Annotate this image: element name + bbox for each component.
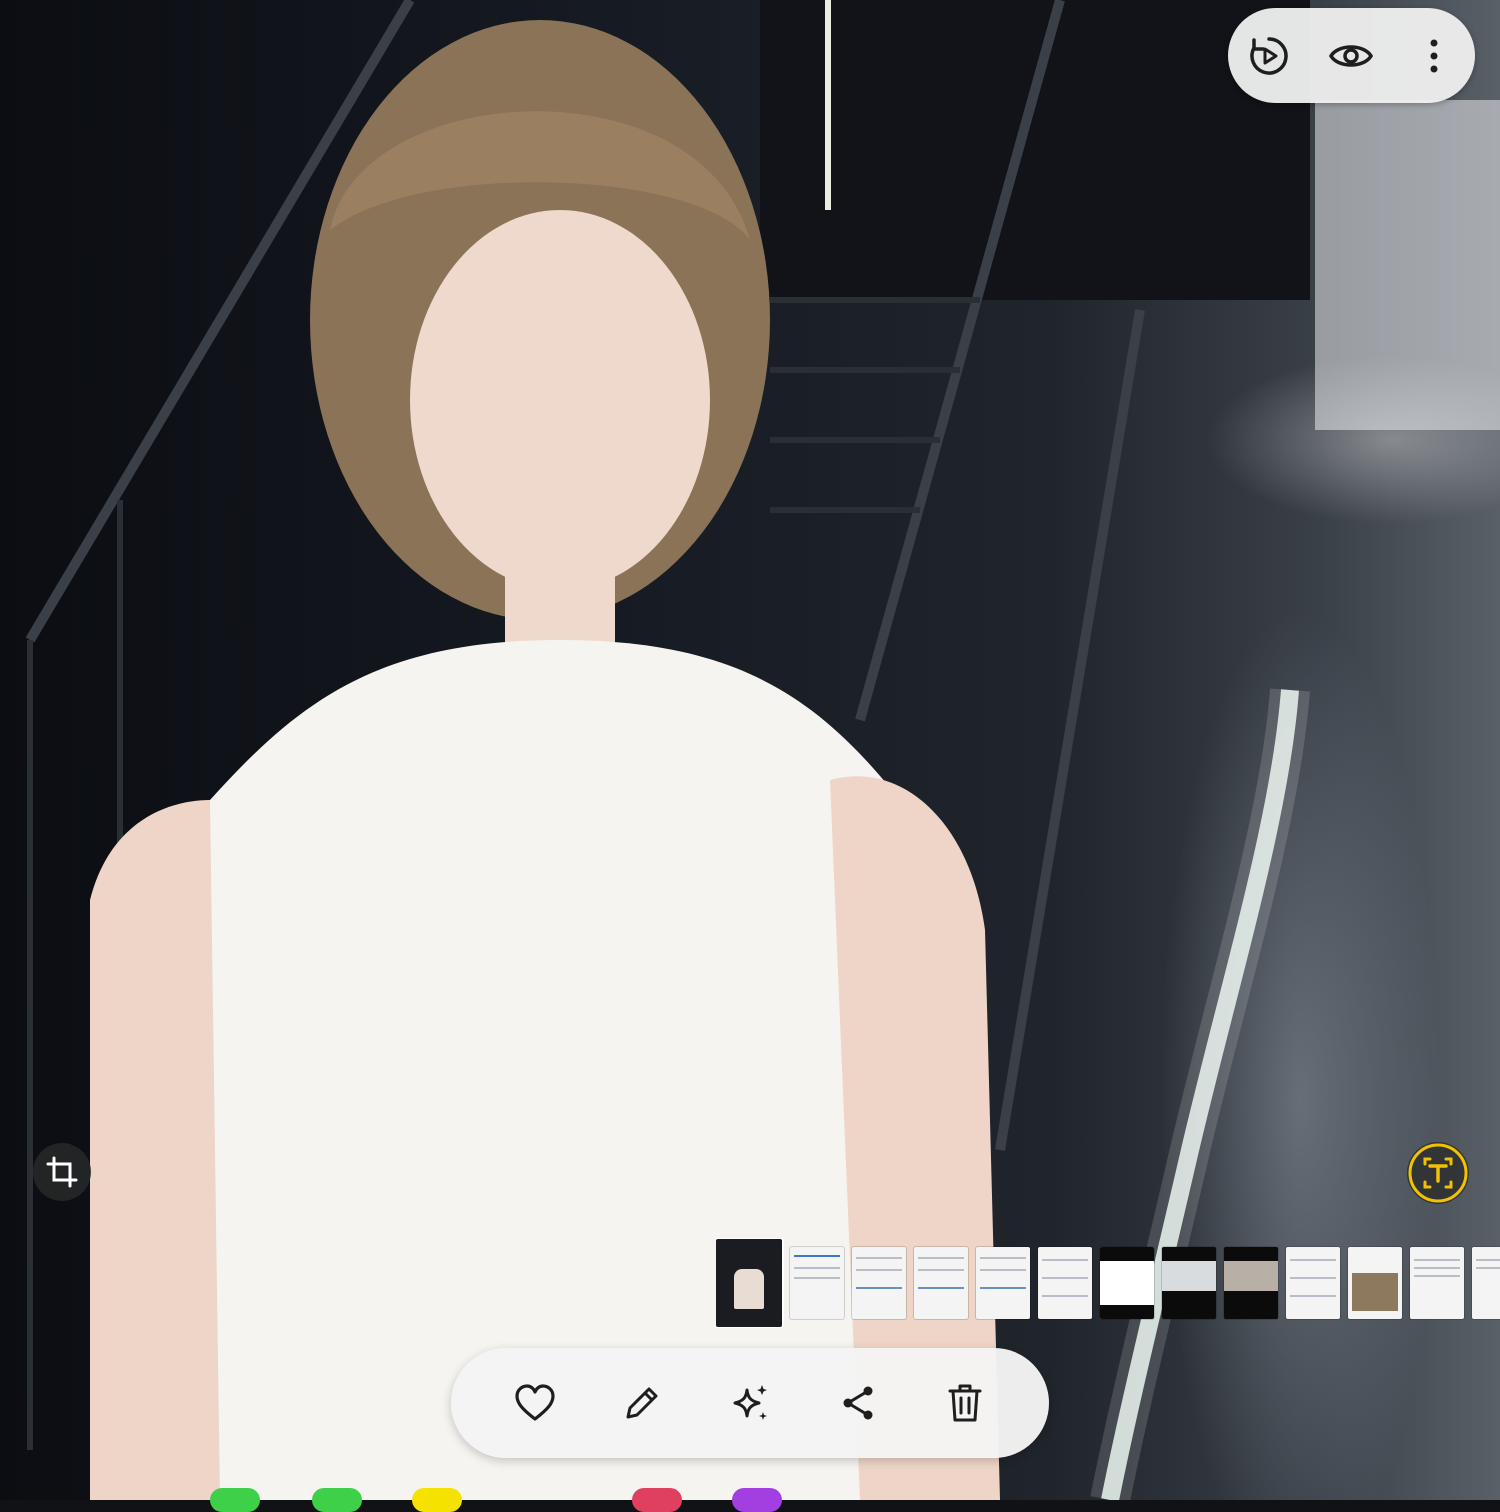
bottom-toolbar <box>451 1348 1049 1458</box>
edit-icon <box>626 1387 658 1419</box>
thumbnail[interactable] <box>1224 1247 1278 1319</box>
thumbnail[interactable] <box>1100 1247 1154 1319</box>
thumbnail[interactable] <box>1410 1247 1464 1319</box>
thumbnail[interactable] <box>790 1247 844 1319</box>
crop-icon <box>46 1156 78 1188</box>
share-icon <box>843 1386 873 1420</box>
crop-button[interactable] <box>33 1143 91 1201</box>
thumbnail[interactable] <box>1162 1247 1216 1319</box>
delete-icon <box>948 1384 982 1422</box>
top-action-bar <box>1228 8 1475 103</box>
dock-app-icon[interactable] <box>312 1488 362 1512</box>
extract-text-icon <box>1408 1143 1468 1203</box>
thumbnail-current[interactable] <box>716 1239 782 1327</box>
thumbnail[interactable] <box>852 1247 906 1319</box>
share-button[interactable] <box>828 1373 888 1433</box>
dock-app-icon[interactable] <box>412 1488 462 1512</box>
app-dock <box>0 1488 1500 1512</box>
thumbnail[interactable] <box>976 1247 1030 1319</box>
more-options-icon[interactable] <box>1404 26 1464 86</box>
thumbnail[interactable] <box>1286 1247 1340 1319</box>
dock-app-icon[interactable] <box>210 1488 260 1512</box>
extract-text-button[interactable] <box>1407 1142 1469 1204</box>
ai-effects-button[interactable] <box>720 1373 780 1433</box>
thumbnail[interactable] <box>1348 1247 1402 1319</box>
dock-app-icon[interactable] <box>732 1488 782 1512</box>
motion-photo-icon[interactable] <box>1239 26 1299 86</box>
dock-app-icon[interactable] <box>632 1488 682 1512</box>
thumbnail[interactable] <box>914 1247 968 1319</box>
thumbnail[interactable] <box>1472 1247 1500 1319</box>
favorite-icon <box>515 1384 555 1421</box>
thumbnail-strip[interactable] <box>716 1238 1500 1328</box>
view-icon[interactable] <box>1321 26 1381 86</box>
edit-button[interactable] <box>612 1373 672 1433</box>
thumbnail[interactable] <box>1038 1247 1092 1319</box>
favorite-button[interactable] <box>505 1373 565 1433</box>
delete-button[interactable] <box>935 1373 995 1433</box>
ai-effects-icon <box>733 1385 767 1420</box>
